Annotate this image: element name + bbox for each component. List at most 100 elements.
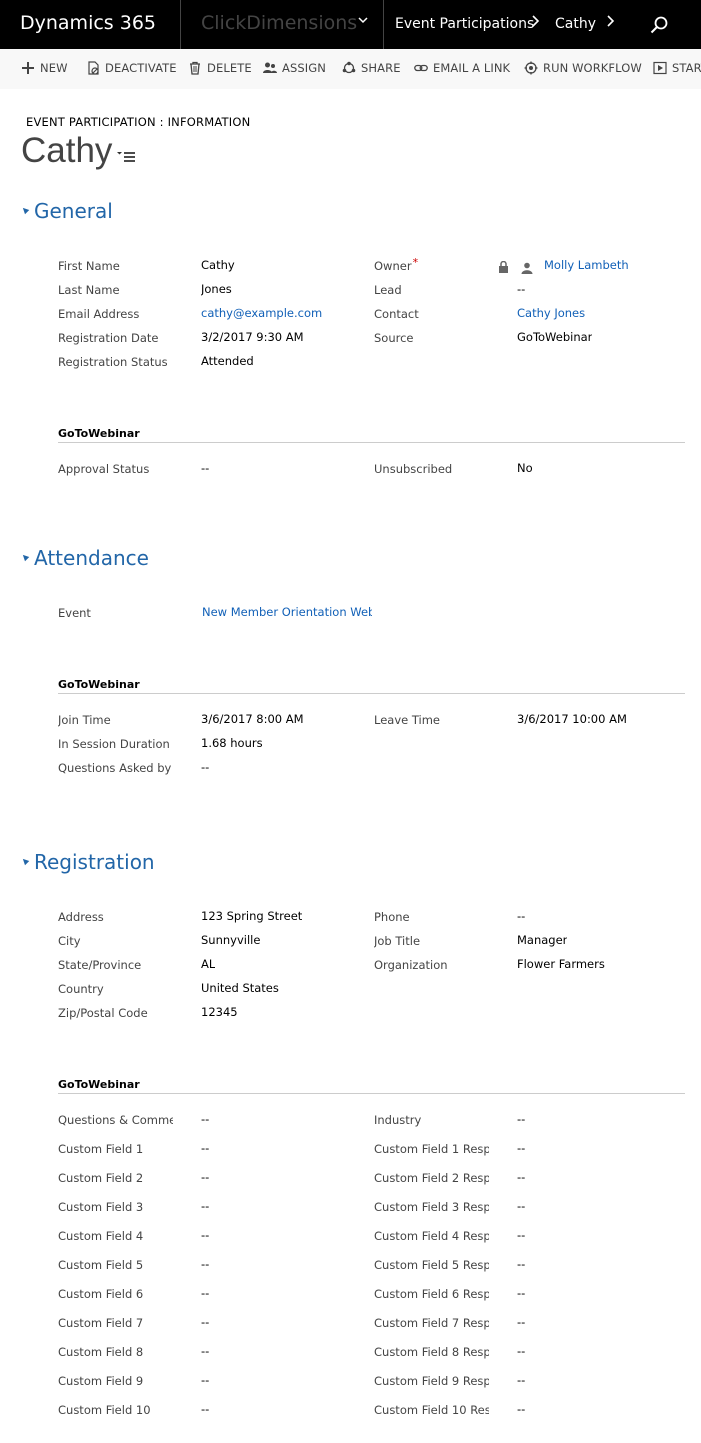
lock-icon (498, 258, 509, 273)
field-value[interactable]: -- (517, 1257, 525, 1271)
zip-value[interactable]: 12345 (201, 1005, 238, 1019)
field-label: In Session Duration (m (58, 737, 173, 751)
field-value[interactable]: -- (201, 1112, 209, 1126)
field-label: Custom Field 1 (58, 1142, 144, 1156)
field-value[interactable]: -- (201, 1257, 209, 1271)
new-button[interactable]: NEW (21, 61, 68, 75)
field-value[interactable]: -- (517, 1402, 525, 1416)
leave-time-value[interactable]: 3/6/2017 10:00 AM (517, 712, 627, 726)
run-workflow-button[interactable]: RUN WORKFLOW (524, 61, 642, 75)
country-value[interactable]: United States (201, 981, 279, 995)
city-value[interactable]: Sunnyville (201, 933, 260, 947)
start-button[interactable]: START (653, 61, 701, 75)
first-name-value[interactable]: Cathy (201, 258, 235, 272)
app-switcher[interactable]: Dynamics 365 (0, 0, 181, 49)
share-label: SHARE (361, 61, 401, 75)
owner-link[interactable]: Molly Lambeth (544, 258, 629, 272)
field-label: Custom Field 10 (58, 1403, 151, 1417)
collapse-icon (20, 856, 30, 865)
field-label: Questions & Commer (58, 1113, 173, 1127)
field-value[interactable]: -- (201, 1286, 209, 1300)
registration-date-value[interactable]: 3/2/2017 9:30 AM (201, 330, 304, 344)
field-label: Custom Field 2 (58, 1171, 144, 1185)
address-value[interactable]: 123 Spring Street (201, 909, 302, 923)
field-label: Custom Field 6 (58, 1287, 144, 1301)
command-bar: NEW DEACTIVATE DELETE ASSIGN SHARE EMAIL… (0, 49, 701, 89)
deactivate-icon (86, 61, 100, 75)
breadcrumb-entity[interactable]: Event Participations (395, 16, 534, 32)
field-value[interactable]: -- (201, 1170, 209, 1184)
section-attendance[interactable]: Attendance (20, 546, 149, 570)
lead-value[interactable]: -- (517, 282, 525, 296)
chevron-right-icon[interactable] (606, 13, 616, 33)
field-value[interactable]: -- (517, 1373, 525, 1387)
breadcrumb-record[interactable]: Cathy (555, 16, 596, 32)
session-duration-value[interactable]: 1.68 hours (201, 736, 263, 750)
deactivate-button[interactable]: DEACTIVATE (86, 61, 177, 75)
section-registration[interactable]: Registration (20, 850, 155, 874)
source-value[interactable]: GoToWebinar (517, 330, 592, 344)
last-name-value[interactable]: Jones (201, 282, 232, 296)
chevron-right-icon (531, 13, 541, 33)
state-value[interactable]: AL (201, 957, 215, 971)
field-label: Custom Field 10 Respo (374, 1403, 489, 1417)
field-value[interactable]: -- (201, 1344, 209, 1358)
search-icon[interactable] (648, 14, 670, 36)
join-time-value[interactable]: 3/6/2017 8:00 AM (201, 712, 304, 726)
field-label: Custom Field 4 (58, 1229, 144, 1243)
field-value[interactable]: -- (201, 1315, 209, 1329)
email-link-label: EMAIL A LINK (433, 61, 511, 75)
job-title-value[interactable]: Manager (517, 933, 567, 947)
assign-button[interactable]: ASSIGN (263, 61, 326, 75)
field-label: Registration Date (58, 331, 159, 345)
field-value[interactable]: -- (517, 1170, 525, 1184)
field-value[interactable]: -- (201, 1373, 209, 1387)
link-icon (414, 61, 428, 75)
subsection-title: GoToWebinar (58, 1078, 140, 1091)
field-label: Custom Field 7 (58, 1316, 144, 1330)
field-value[interactable]: -- (517, 1112, 525, 1126)
field-value[interactable]: -- (517, 1228, 525, 1242)
entity-type-label: EVENT PARTICIPATION : INFORMATION (26, 115, 251, 129)
approval-status-value[interactable]: -- (201, 461, 209, 475)
unsubscribed-value[interactable]: No (517, 461, 533, 475)
form-selector-icon[interactable] (116, 148, 136, 164)
module-switcher[interactable]: ClickDimensions (182, 0, 384, 49)
section-general[interactable]: General (20, 199, 113, 223)
field-value[interactable]: -- (517, 1315, 525, 1329)
organization-value[interactable]: Flower Farmers (517, 957, 605, 971)
field-label: Approval Status (58, 462, 150, 476)
field-value[interactable]: -- (517, 1141, 525, 1155)
share-button[interactable]: SHARE (342, 61, 401, 75)
contact-link[interactable]: Cathy Jones (517, 306, 585, 320)
field-label: Custom Field 8 (58, 1345, 144, 1359)
field-value[interactable]: -- (201, 1199, 209, 1213)
section-attendance-title: Attendance (34, 546, 149, 570)
user-icon (521, 259, 533, 274)
delete-button[interactable]: DELETE (188, 61, 252, 75)
workflow-icon (524, 61, 538, 75)
field-label: Email Address (58, 307, 140, 321)
collapse-icon (20, 205, 30, 214)
module-title: ClickDimensions (201, 12, 358, 34)
section-general-title: General (34, 199, 113, 223)
section-registration-title: Registration (34, 850, 155, 874)
field-value[interactable]: -- (201, 1228, 209, 1242)
field-label: Registration Status (58, 355, 168, 369)
registration-status-value[interactable]: Attended (201, 354, 254, 368)
email-link-button[interactable]: EMAIL A LINK (414, 61, 510, 75)
field-value[interactable]: -- (517, 1199, 525, 1213)
field-label: Questions Asked by A (58, 761, 173, 775)
divider (58, 693, 685, 694)
email-address-link[interactable]: cathy@example.com (201, 306, 322, 320)
phone-value[interactable]: -- (517, 909, 525, 923)
field-value[interactable]: -- (201, 1402, 209, 1416)
field-label-owner: Owner* (374, 256, 418, 273)
event-link[interactable]: New Member Orientation Web (202, 605, 372, 619)
field-value[interactable]: -- (517, 1286, 525, 1300)
questions-asked-value[interactable]: -- (201, 760, 209, 774)
field-value[interactable]: -- (517, 1344, 525, 1358)
field-value[interactable]: -- (201, 1141, 209, 1155)
field-label: Custom Field 1 Respo (374, 1142, 489, 1156)
field-label: Leave Time (374, 713, 441, 727)
